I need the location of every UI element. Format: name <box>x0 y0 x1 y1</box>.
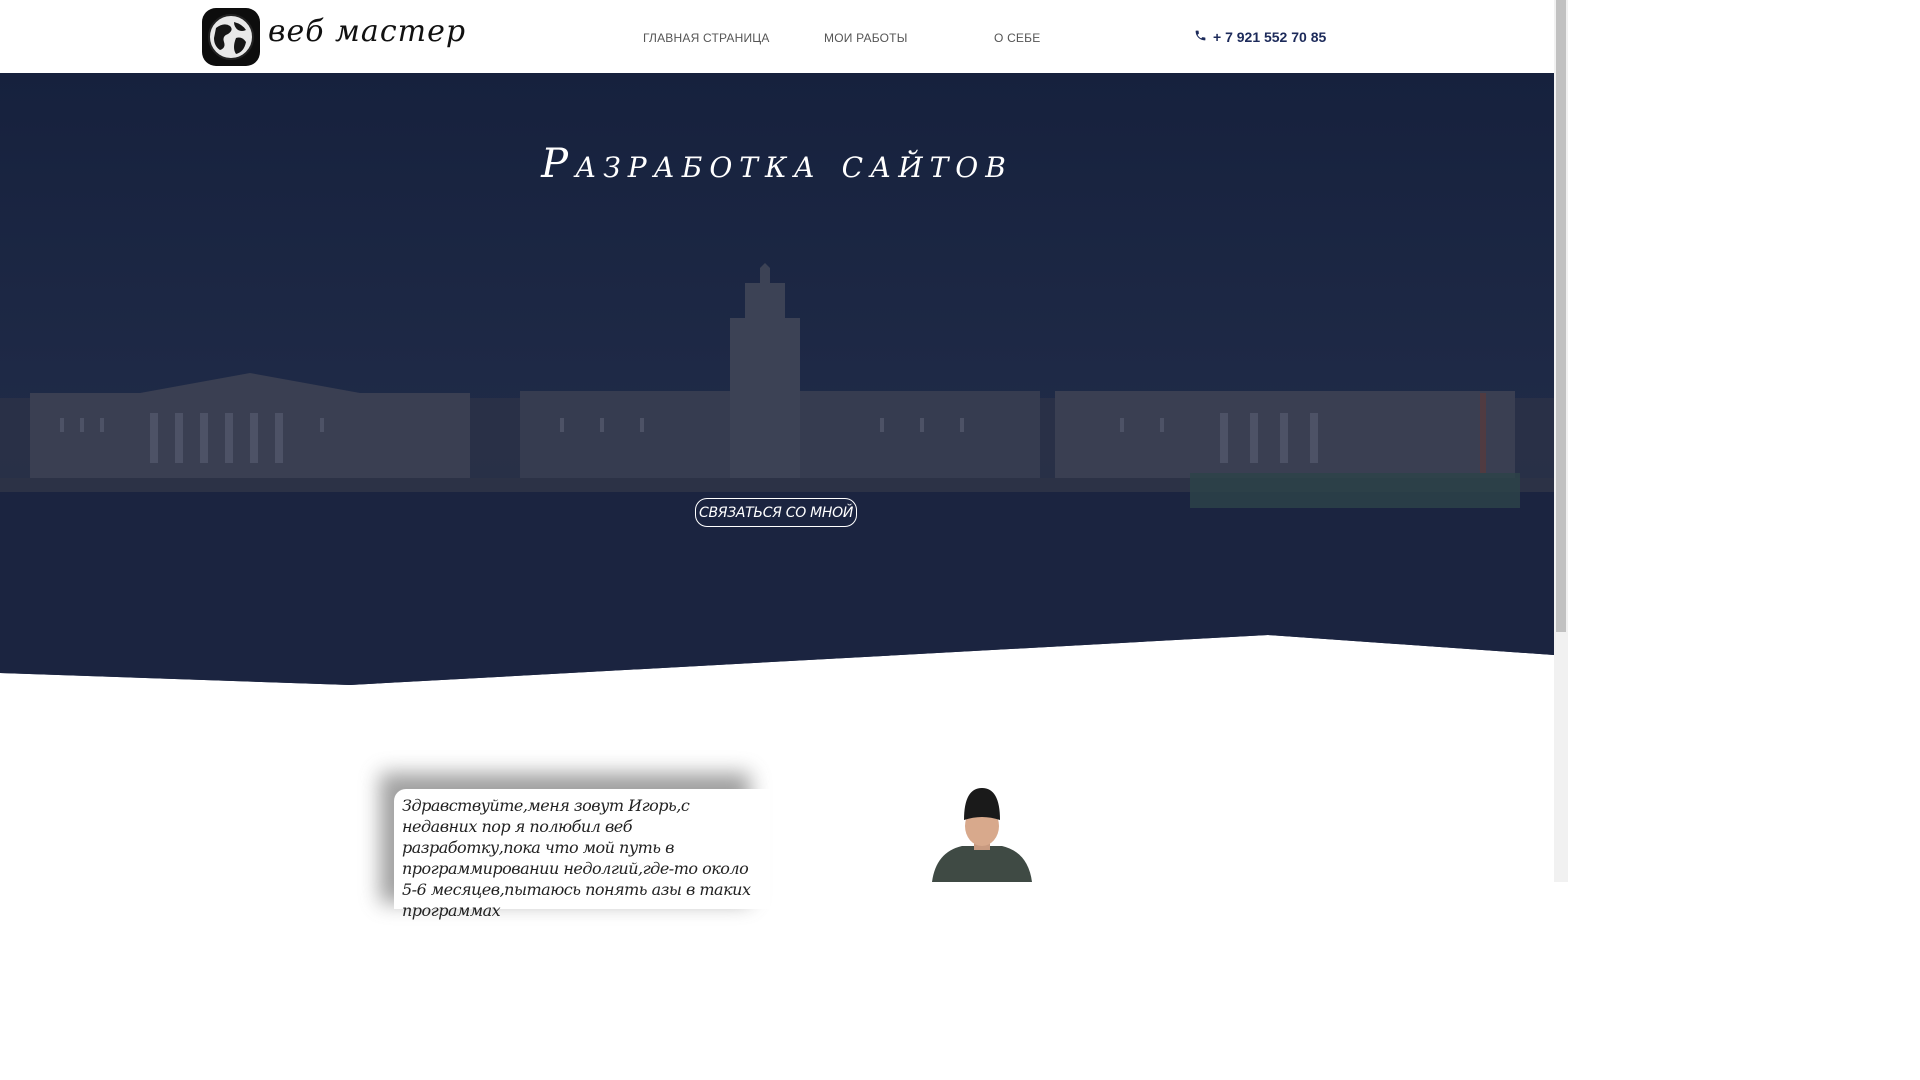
nav-item-home[interactable]: ГЛАВНАЯ СТРАНИЦА <box>643 31 770 45</box>
contact-me-button[interactable]: СВЯЗАТЬСЯ СО МНОЙ <box>695 498 857 527</box>
logo-text[interactable]: веб мастер <box>268 14 466 49</box>
hero-section: Разработка сайтов СВЯЗАТЬСЯ СО МНОЙ <box>0 73 1554 685</box>
nav-item-works[interactable]: МОИ РАБОТЫ <box>824 31 908 45</box>
phone-number: + 7 921 552 70 85 <box>1213 29 1327 45</box>
site-header: веб мастер ГЛАВНАЯ СТРАНИЦА МОИ РАБОТЫ О… <box>0 0 1554 73</box>
nav-item-about[interactable]: О СЕБЕ <box>994 31 1040 45</box>
hero-title: Разработка сайтов <box>541 141 1013 187</box>
vertical-scrollbar[interactable] <box>1554 0 1568 882</box>
phone-contact[interactable]: + 7 921 552 70 85 <box>1194 29 1326 45</box>
about-text: Здравствуйте,меня зовут Игорь,с недавних… <box>402 796 751 920</box>
globe-logo-icon[interactable] <box>202 8 260 66</box>
author-photo <box>932 788 1032 882</box>
scrollbar-thumb[interactable] <box>1556 0 1566 632</box>
phone-icon <box>1194 29 1207 45</box>
